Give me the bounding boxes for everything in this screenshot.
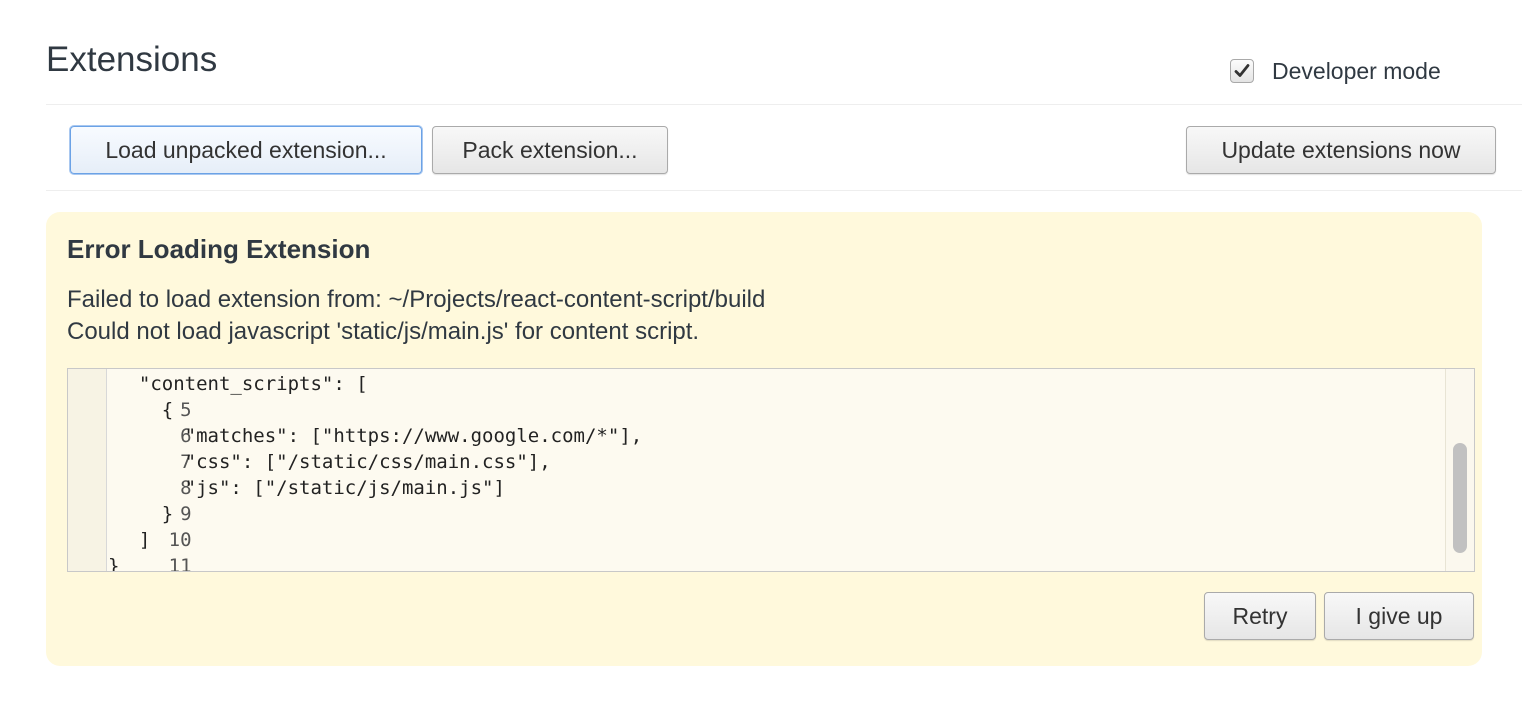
error-title: Error Loading Extension: [67, 234, 371, 264]
load-unpacked-extension-button[interactable]: Load unpacked extension...: [70, 126, 422, 174]
line-text: "css": ["/static/css/main.css"],: [116, 451, 551, 473]
code-line: 5 "content_scripts": [: [68, 371, 368, 421]
code-scrollbar[interactable]: [1445, 369, 1474, 571]
give-up-button[interactable]: I give up: [1324, 592, 1474, 640]
code-line: 8 "css": ["/static/css/main.css"],: [68, 449, 551, 499]
line-text: }: [108, 555, 120, 572]
line-text: }: [116, 503, 174, 525]
error-message-detail: Could not load javascript 'static/js/mai…: [67, 318, 700, 345]
error-loading-extension-panel: Error Loading Extension Failed to load e…: [46, 212, 1482, 666]
code-line: 7 "matches": ["https://www.google.com/*"…: [68, 423, 642, 473]
error-message-path: Failed to load extension from: ~/Project…: [67, 286, 766, 313]
line-text: "js": ["/static/js/main.js"]: [116, 477, 505, 499]
scrollbar-thumb[interactable]: [1453, 443, 1467, 553]
manifest-code-viewer[interactable]: 5 "content_scripts": [ 6 { 7 "matches": …: [67, 368, 1475, 572]
checkmark-icon: [1234, 64, 1250, 77]
developer-mode-toggle[interactable]: Developer mode: [1230, 56, 1441, 86]
pack-extension-button[interactable]: Pack extension...: [432, 126, 668, 174]
code-line: 11 ]: [68, 527, 192, 571]
developer-mode-label: Developer mode: [1272, 57, 1441, 84]
line-text: "matches": ["https://www.google.com/*"],: [116, 425, 643, 447]
line-text: ]: [116, 529, 151, 551]
developer-mode-checkbox[interactable]: [1230, 59, 1254, 83]
toolbar-divider: [46, 190, 1522, 191]
header-divider: [46, 104, 1522, 105]
update-extensions-button[interactable]: Update extensions now: [1186, 126, 1496, 174]
code-line: 12 }: [68, 553, 192, 572]
extensions-page: Extensions Developer mode Load unpacked …: [0, 0, 1534, 706]
line-text: {: [116, 399, 174, 421]
code-line: 6 {: [68, 397, 192, 447]
code-line: 9 "js": ["/static/js/main.js"]: [68, 475, 505, 525]
code-line: 10 }: [68, 501, 192, 551]
page-title: Extensions: [46, 40, 218, 79]
retry-button[interactable]: Retry: [1204, 592, 1316, 640]
line-text: "content_scripts": [: [116, 373, 368, 395]
